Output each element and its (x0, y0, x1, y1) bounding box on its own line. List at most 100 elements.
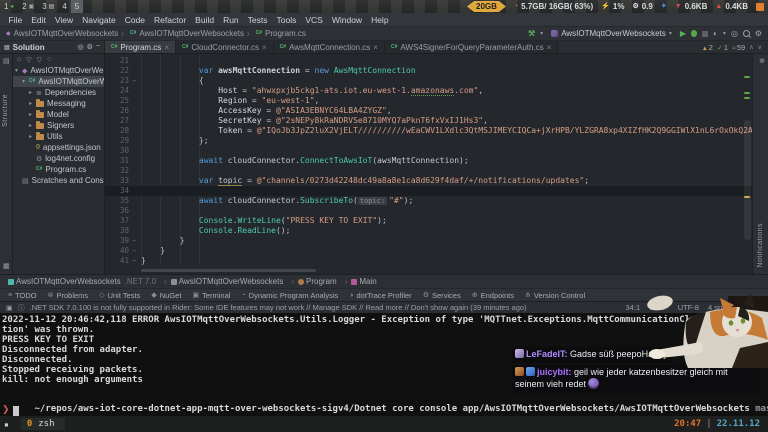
code-line-37[interactable]: 37 Console.WriteLine("PRESS KEY TO EXIT")… (105, 216, 752, 226)
breadcrumb-method[interactable]: Main (341, 277, 377, 286)
caret-position-widget[interactable]: 34:1 (626, 303, 641, 312)
menu-edit[interactable]: Edit (27, 15, 51, 25)
code-line-26[interactable]: 26 AccessKey = @"ASIA3EBNYC64LBA4ZYGZ", (105, 106, 752, 116)
line-number[interactable]: 39 (105, 236, 129, 246)
close-icon[interactable]: × (373, 43, 378, 52)
line-number[interactable]: 40 (105, 246, 129, 256)
line-number[interactable]: 30 (105, 146, 129, 156)
line-number[interactable]: 37 (105, 216, 129, 226)
run-config-selector[interactable]: AwsIOTMqttOverWebsockets ▾ (548, 29, 675, 38)
close-icon[interactable]: × (164, 43, 169, 52)
code-line-25[interactable]: 25 Region = "eu-west-1", (105, 96, 752, 106)
tool-window-problems[interactable]: ⊗ Problems (48, 291, 89, 300)
code-line-23[interactable]: 23− { (105, 76, 752, 86)
line-number[interactable]: 35 (105, 196, 129, 206)
code-line-30[interactable]: 30 (105, 146, 752, 156)
tool-window-dynamic-program-analysis[interactable]: ◔ Dynamic Program Analysis (241, 291, 338, 300)
code-line-22[interactable]: 22 var awsMqttConnection = new AwsMqttCon… (105, 66, 752, 76)
chevron-right-icon[interactable]: ▸ (29, 89, 36, 96)
close-icon[interactable]: × (547, 43, 552, 52)
workspace-4[interactable]: 4 (58, 0, 70, 13)
line-number[interactable]: 41 (105, 256, 129, 266)
line-number[interactable]: 33 (105, 176, 129, 186)
fold-marker-icon[interactable]: − (132, 256, 136, 266)
tool-window-services[interactable]: ⚙ Services (423, 291, 461, 300)
menu-tools[interactable]: Tools (272, 15, 301, 25)
hide-panel-icon[interactable]: − (96, 43, 100, 51)
breadcrumb-item[interactable]: C#AwsIOTMqttOverWebsockets (121, 29, 244, 38)
menu-refactor[interactable]: Refactor (150, 15, 191, 25)
tree-item-model[interactable]: ▸ Model (13, 109, 104, 120)
breadcrumb-item[interactable]: ◆ AwsIOTMqttOverWebsockets (6, 29, 118, 38)
menu-tests[interactable]: Tests (243, 15, 272, 25)
menu-navigate[interactable]: Navigate (78, 15, 121, 25)
menu-file[interactable]: File (4, 15, 27, 25)
build-hammer-icon[interactable]: ⚒ (528, 29, 535, 38)
tool-window-terminal[interactable]: ▣ Terminal (192, 291, 230, 300)
code-line-41[interactable]: 41−} (105, 256, 752, 266)
tmux-window-tab[interactable]: 0 zsh (20, 418, 65, 430)
menu-view[interactable]: View (50, 15, 77, 25)
gradle-tool-icon[interactable]: ⊕ (759, 57, 765, 65)
next-issue-icon[interactable]: ∨ (758, 44, 762, 51)
tree-item-log4net-config[interactable]: ⚙ log4net.config (13, 153, 104, 164)
code-line-38[interactable]: 38 Console.ReadLine(); (105, 226, 752, 236)
code-line-39[interactable]: 39−} (105, 236, 752, 246)
line-number[interactable]: 27 (105, 116, 129, 126)
chevron-right-icon[interactable]: ▸ (29, 133, 36, 140)
home-icon[interactable]: ⌂ (17, 56, 21, 63)
indent-widget[interactable]: 4 spaces (708, 303, 738, 312)
code-line-34[interactable]: 34 (105, 186, 752, 196)
code-line-36[interactable]: 36 (105, 206, 752, 216)
line-number[interactable]: 28 (105, 126, 129, 136)
tab-aws4signerforqueryparameterauth-cs[interactable]: C# AWS4SignerForQueryParameterAuth.cs × (384, 41, 559, 53)
fold-marker-icon[interactable]: − (132, 236, 136, 246)
line-number[interactable]: 23 (105, 76, 129, 86)
code-line-27[interactable]: 27 SecretKey = @"2sNEPy8kRaNDRVSe8710MYQ7… (105, 116, 752, 126)
code-line-40[interactable]: 40−} (105, 246, 752, 256)
code-line-28[interactable]: 28 Token = @"IQoJb3JpZ2luX2VjELT/////////… (105, 126, 752, 136)
line-number[interactable]: 32 (105, 166, 129, 176)
tree-item-program-cs[interactable]: C# Program.cs (13, 164, 104, 175)
code-line-29[interactable]: 29}; (105, 136, 752, 146)
tree-item-appsettings-json[interactable]: {} appsettings.json (13, 142, 104, 153)
structure-tool-label[interactable]: Structure (2, 94, 9, 127)
horizontal-scrollbar[interactable] (141, 269, 316, 272)
tree-item-awsiotmqttoverwebsockets[interactable]: ▾◆AwsIOTMqttOverWebsockets (13, 65, 104, 76)
tool-window-version-control[interactable]: ⋔ Version Control (525, 291, 585, 300)
code-line-35[interactable]: 35 await cloudConnector.SubscribeTo(topic… (105, 196, 752, 206)
line-number[interactable]: 31 (105, 156, 129, 166)
breadcrumb-namespace[interactable]: AwsIOTMqttOverWebsockets (160, 277, 283, 286)
debug-button[interactable] (690, 30, 697, 37)
menu-build[interactable]: Build (191, 15, 219, 25)
menu-window[interactable]: Window (327, 15, 366, 25)
vertical-scrollbar[interactable] (744, 120, 751, 240)
tool-window-unit-tests[interactable]: ◇ Unit Tests (99, 291, 140, 300)
menu-vcs[interactable]: VCS (301, 15, 327, 25)
breadcrumb-project[interactable]: AwsIOTMqttOverWebsockets .NET 7.0 (8, 277, 156, 286)
code-line-31[interactable]: 31 await cloudConnector.ConnectToAwsIoT(a… (105, 156, 752, 166)
run-button[interactable]: ▶ (680, 29, 686, 38)
tool-window-dottrace-profiler[interactable]: ◑ dotTrace Profiler (349, 291, 411, 300)
line-number[interactable]: 22 (105, 66, 129, 76)
coverage-icon[interactable]: ◎ (731, 29, 738, 38)
tree-item-signers[interactable]: ▸ Signers (13, 120, 104, 131)
locate-icon[interactable]: ◎ (78, 43, 84, 51)
code-editor[interactable]: 21 22 var awsMqttConnection = new AwsMqttC… (105, 54, 752, 274)
settings-gear-icon[interactable]: ⚙ (87, 43, 93, 51)
tool-window-toggle-icon[interactable]: ▣ (6, 304, 13, 312)
inspection-widget[interactable]: 2 1 59 ∧ ∨ (696, 41, 768, 53)
line-number[interactable]: 36 (105, 206, 129, 216)
line-number[interactable]: 26 (105, 106, 129, 116)
solution-panel-header[interactable]: ▤ Solution ◎ ⚙ − (0, 41, 105, 53)
profiler-icon[interactable]: ◐ (713, 29, 718, 38)
encoding-widget[interactable]: UTF-8 (678, 303, 699, 312)
chevron-right-icon[interactable]: ▸ (29, 122, 36, 129)
stop-button[interactable] (701, 30, 708, 37)
breadcrumb-item[interactable]: C#Program.cs (247, 29, 306, 38)
fold-marker-icon[interactable]: − (132, 76, 136, 86)
line-ending-widget[interactable]: CRLF (649, 303, 669, 312)
line-number[interactable]: 25 (105, 96, 129, 106)
workspace-5[interactable]: 5 (70, 0, 84, 13)
workspace-1[interactable]: 1 ● (0, 0, 18, 13)
